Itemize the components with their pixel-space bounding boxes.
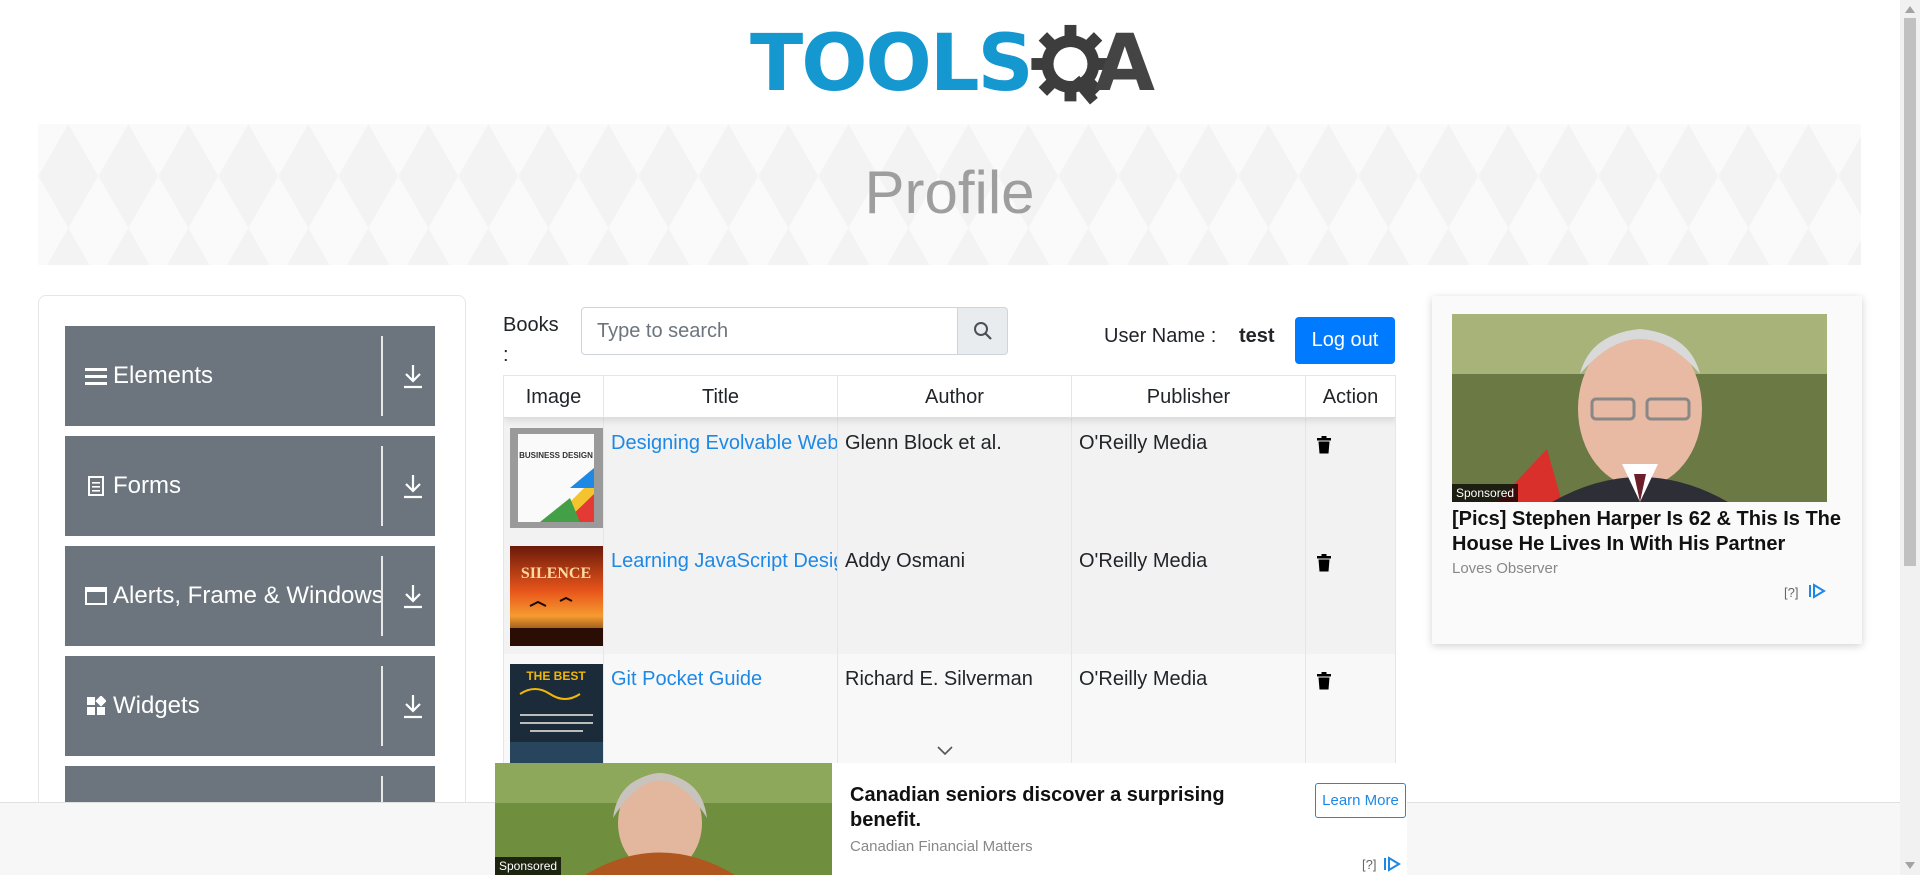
sidebar: Elements Forms Alerts, Frame & Windows W… (38, 295, 466, 875)
ad-source[interactable]: Loves Observer (1452, 560, 1558, 577)
book-title-link[interactable]: Git Pocket Guide (611, 668, 762, 690)
page-title: Profile (864, 159, 1035, 226)
book-action-cell (1306, 418, 1395, 536)
search-button[interactable] (958, 307, 1008, 355)
column-header-action[interactable]: Action (1306, 376, 1395, 418)
widgets-icon (85, 695, 107, 717)
book-title-link[interactable]: Designing Evolvable Web APIs with ASP.NE… (611, 432, 837, 454)
scrollbar-thumb[interactable] (1904, 18, 1916, 566)
book-image-cell: THE BEST (504, 654, 604, 764)
books-search-label: Books : (503, 314, 559, 366)
column-header-image[interactable]: Image (504, 376, 604, 418)
sidebar-group-label: Widgets (113, 692, 200, 719)
column-header-author[interactable]: Author (838, 376, 1072, 418)
download-icon (404, 475, 422, 499)
download-icon (404, 585, 422, 609)
book-image-cell: BUSINESS DESIGN (504, 418, 604, 536)
book-author-cell: Addy Osmani (838, 536, 1072, 654)
sidebar-group-label: Alerts, Frame & Windows (113, 582, 384, 609)
cover-text: SILENCE (521, 565, 591, 582)
book-title-cell: Git Pocket Guide (604, 654, 838, 764)
download-icon (404, 365, 422, 389)
ad-image[interactable]: Sponsored (1452, 314, 1827, 502)
book-cover-image[interactable]: BUSINESS DESIGN (510, 428, 603, 528)
book-title-link[interactable]: Learning JavaScript Design Patterns (611, 550, 837, 572)
adchoices-icon[interactable] (1383, 856, 1401, 872)
sidebar-group-widgets[interactable]: Widgets (65, 656, 435, 756)
book-author-cell: Glenn Block et al. (838, 418, 1072, 536)
hamburger-icon (85, 365, 107, 387)
book-cover-image[interactable]: THE BEST (510, 664, 603, 764)
logo-suffix: A (1094, 19, 1155, 109)
divider (381, 446, 383, 526)
books-table: Image Title Author Publisher Action BUSI… (503, 375, 1396, 765)
divider (381, 556, 383, 636)
sponsored-label: Sponsored (495, 857, 562, 875)
column-header-title[interactable]: Title (604, 376, 838, 418)
sidebar-group-elements[interactable]: Elements (65, 326, 435, 426)
trash-icon[interactable] (1316, 436, 1332, 454)
divider (381, 336, 383, 416)
username-label: User Name : (1104, 325, 1217, 347)
cover-text: THE BEST (526, 669, 586, 683)
toolsqa-logo[interactable]: TOOLS A (750, 14, 1155, 114)
scroll-up-arrow-icon[interactable] (1905, 5, 1915, 13)
divider (381, 666, 383, 746)
sponsored-ad-right[interactable]: Sponsored [Pics] Stephen Harper Is 62 & … (1432, 296, 1862, 644)
book-image-cell: SILENCE (504, 536, 604, 654)
document-icon (85, 475, 107, 497)
adchoices-icon[interactable] (1808, 583, 1826, 599)
chevron-down-icon[interactable] (935, 744, 955, 758)
ad-photo (1452, 314, 1827, 502)
sidebar-group-label: Forms (113, 472, 181, 499)
book-action-cell (1306, 654, 1395, 764)
column-header-publisher[interactable]: Publisher (1072, 376, 1306, 418)
logo-text: TOOLS (750, 19, 1034, 109)
page-scrollbar[interactable] (1900, 0, 1920, 875)
header: TOOLS A (0, 0, 1900, 120)
username-value: test (1239, 325, 1275, 347)
ad-headline[interactable]: Canadian seniors discover a surprising b… (850, 783, 1270, 833)
ad-source[interactable]: Canadian Financial Matters (850, 838, 1033, 855)
logout-button[interactable]: Log out (1295, 317, 1395, 364)
search-input[interactable] (581, 307, 958, 355)
sponsored-ad-bottom[interactable]: Sponsored Canadian seniors discover a su… (495, 763, 1407, 875)
book-title-cell: Learning JavaScript Design Patterns (604, 536, 838, 654)
window-icon (85, 585, 107, 607)
ad-info-link[interactable]: [?] (1784, 585, 1798, 600)
ad-info-link[interactable]: [?] (1362, 857, 1376, 872)
ad-headline[interactable]: [Pics] Stephen Harper Is 62 & This Is Th… (1452, 507, 1847, 557)
sidebar-group-alerts[interactable]: Alerts, Frame & Windows (65, 546, 435, 646)
book-author-cell: Richard E. Silverman (838, 654, 1072, 764)
book-action-cell (1306, 536, 1395, 654)
page-banner: Profile (38, 124, 1861, 265)
trash-icon[interactable] (1316, 554, 1332, 572)
sidebar-group-label: Elements (113, 362, 214, 389)
book-cover-image[interactable]: SILENCE (510, 546, 603, 646)
book-publisher-cell: O'Reilly Media (1072, 418, 1306, 536)
search-group (581, 307, 1008, 355)
book-title-cell: Designing Evolvable Web APIs with ASP.NE… (604, 418, 838, 536)
trash-icon[interactable] (1316, 672, 1332, 690)
table-header: Image Title Author Publisher Action (504, 376, 1395, 418)
book-publisher-cell: O'Reilly Media (1072, 536, 1306, 654)
search-icon (973, 322, 992, 340)
sidebar-group-forms[interactable]: Forms (65, 436, 435, 536)
download-icon (404, 695, 422, 719)
table-row: BUSINESS DESIGN Designing Evolvable Web … (504, 418, 1395, 536)
table-row: SILENCE Learning JavaScript Design Patte… (504, 536, 1395, 654)
book-publisher-cell: O'Reilly Media (1072, 654, 1306, 764)
cover-text: BUSINESS DESIGN (519, 451, 593, 460)
learn-more-button[interactable]: Learn More (1315, 783, 1406, 818)
scroll-down-arrow-icon[interactable] (1905, 862, 1915, 870)
ad-image[interactable]: Sponsored (495, 763, 832, 875)
sponsored-label: Sponsored (1452, 484, 1519, 502)
